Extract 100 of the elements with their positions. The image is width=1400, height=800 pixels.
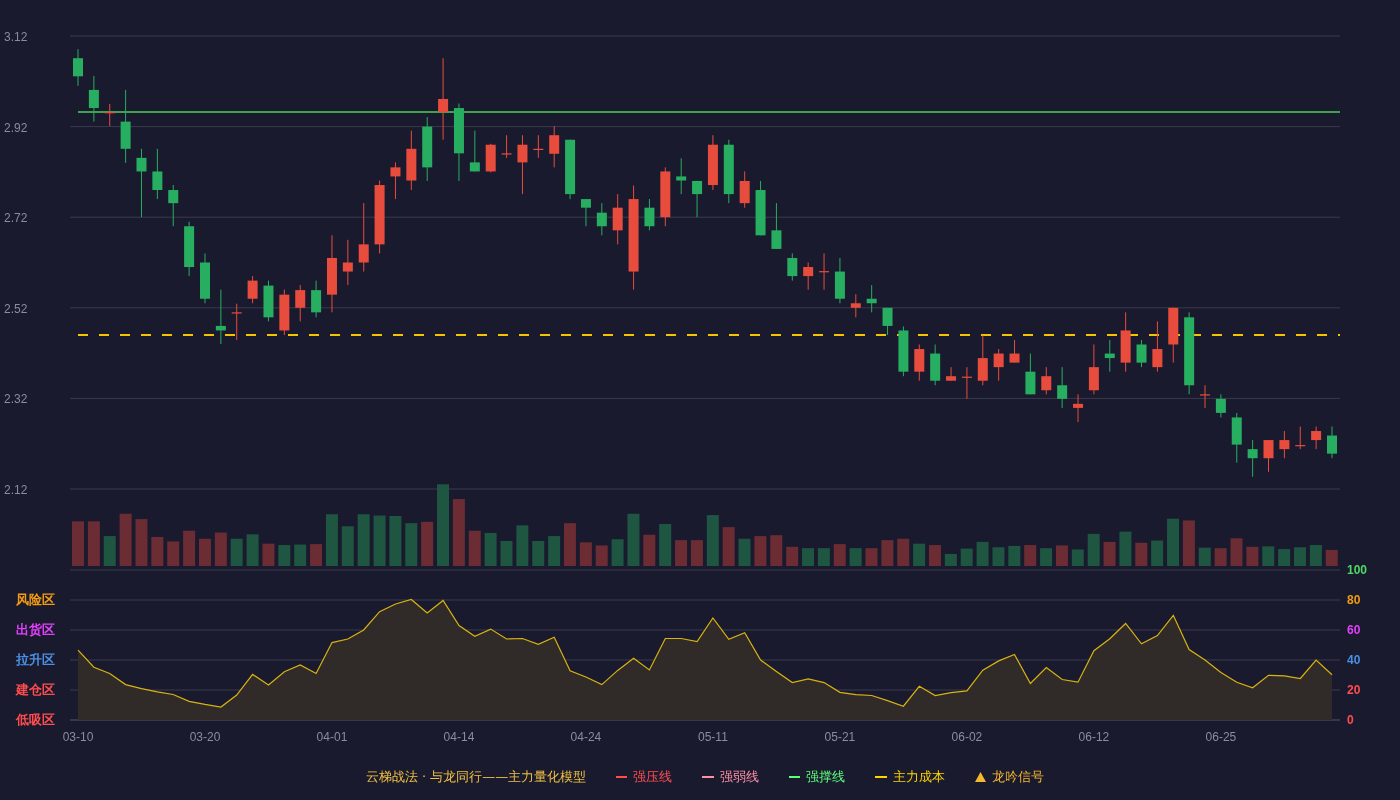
candlestick: [612, 193, 623, 245]
candlestick: [136, 148, 147, 218]
candlestick: [580, 198, 591, 227]
volume-bar: [1182, 520, 1195, 566]
candlestick: [1327, 426, 1337, 459]
candlestick: [1215, 393, 1226, 418]
candlestick: [1009, 339, 1020, 364]
volume-bar: [246, 534, 259, 566]
legend-title: 云梯战法 · 与龙同行——主力量化模型: [365, 768, 587, 786]
candlestick: [549, 125, 560, 168]
volume-bar: [405, 523, 418, 566]
candlestick: [882, 307, 893, 336]
candlestick: [247, 275, 258, 304]
price-axis-label: 2.32: [4, 392, 28, 407]
candlestick: [501, 134, 512, 159]
volume-bar: [500, 541, 513, 566]
volume-bar: [1024, 545, 1037, 566]
candlestick: [231, 303, 242, 341]
volume-bar: [357, 514, 370, 566]
indicator-axis-label: 80: [1347, 593, 1361, 607]
candlestick: [1200, 384, 1210, 409]
zone-label: 拉升区: [16, 652, 55, 667]
candlestick: [1073, 393, 1084, 423]
candlestick: [676, 157, 687, 195]
volume-bar: [913, 543, 926, 566]
candlestick: [787, 252, 798, 282]
candlestick: [660, 166, 671, 227]
volume-bar: [294, 544, 307, 566]
zone-label: 建仓区: [16, 682, 55, 697]
volume-bar: [389, 516, 402, 566]
volume-bar: [1198, 547, 1211, 566]
date-label: 04-01: [316, 730, 348, 744]
indicator-axis-label: 40: [1347, 653, 1361, 667]
volume-bar: [722, 527, 735, 566]
volume-bar: [992, 547, 1005, 566]
candlestick: [1152, 320, 1163, 373]
volume-bar: [516, 525, 529, 566]
candlestick: [977, 334, 988, 386]
candlestick: [422, 116, 433, 182]
volume-bar: [1278, 549, 1291, 566]
volume-bar: [849, 548, 862, 566]
candlestick: [961, 366, 972, 400]
legend-label: 主力成本: [893, 768, 946, 786]
indicator-axis-label: 100: [1347, 563, 1368, 577]
candlestick: [850, 293, 861, 318]
candlestick: [485, 143, 496, 173]
volume-bar: [421, 521, 434, 566]
volume-bar: [1167, 518, 1180, 566]
candlestick: [406, 130, 417, 191]
candlestick: [993, 348, 1004, 382]
candlestick: [596, 202, 607, 236]
volume-bar: [1087, 533, 1100, 566]
candlestick: [311, 280, 322, 318]
zone-label: 出货区: [16, 622, 55, 637]
volume-bar: [833, 544, 846, 566]
volume-bar: [643, 534, 656, 566]
volume-bar: [706, 515, 719, 566]
candlestick: [200, 252, 210, 304]
zone-label: 低吸区: [16, 712, 55, 727]
volume-bar: [135, 519, 148, 566]
volume-bar: [817, 548, 830, 566]
volume-bar: [770, 535, 783, 566]
volume-bar: [119, 513, 132, 566]
volume-bar: [659, 524, 672, 566]
volume-bar: [1071, 549, 1084, 566]
volume-bar: [103, 536, 116, 566]
candlestick: [469, 130, 480, 172]
volume-bar: [897, 538, 910, 566]
candlestick: [533, 134, 544, 159]
candlestick: [168, 184, 179, 227]
volume-bar: [87, 521, 100, 566]
candlestick: [88, 75, 99, 123]
volume-bar: [151, 537, 164, 566]
candlestick: [104, 103, 115, 127]
candlestick: [692, 180, 703, 218]
date-label: 04-24: [570, 730, 602, 744]
date-label: 06-12: [1078, 730, 1110, 744]
indicator-axis-label: 20: [1347, 683, 1361, 697]
legend-label: 强撑线: [806, 768, 846, 786]
candlestick: [898, 325, 909, 377]
date-label: 05-11: [698, 730, 728, 744]
volume-bar: [802, 548, 814, 566]
candlestick: [152, 148, 163, 200]
candlestick: [73, 48, 83, 87]
volume-bar: [611, 539, 624, 566]
volume-bar: [627, 513, 640, 566]
volume-bar: [960, 548, 973, 566]
volume-bar: [944, 553, 957, 566]
candlestick: [1088, 344, 1099, 395]
candlestick: [1263, 439, 1274, 473]
candlestick: [803, 262, 814, 291]
candlestick: [834, 257, 845, 304]
volume-bar: [675, 540, 688, 566]
candlestick: [946, 366, 957, 382]
indicator-axis-label: 60: [1347, 623, 1361, 637]
zone-label: 风险区: [16, 592, 55, 607]
volume-bar: [373, 515, 386, 566]
volume-bar: [865, 548, 878, 566]
candlestick: [1136, 339, 1147, 368]
indicator-axis-label: 0: [1347, 713, 1354, 727]
